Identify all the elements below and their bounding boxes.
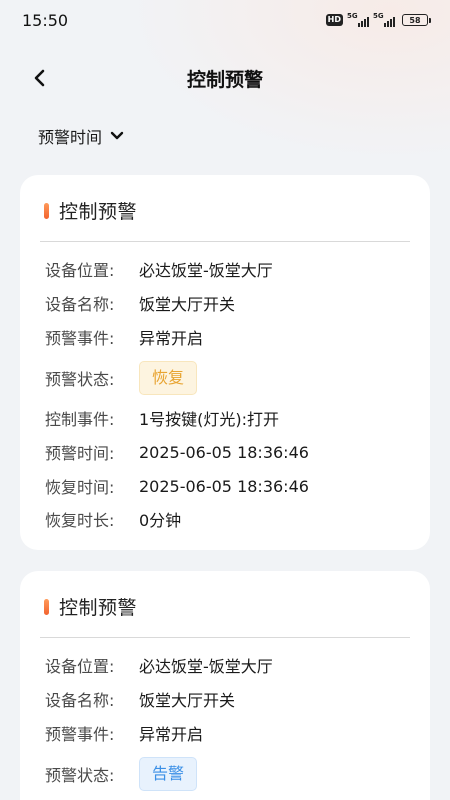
field-value: 异常开启 (139, 725, 204, 744)
field-value: 必达饭堂-饭堂大厅 (139, 657, 273, 676)
card-title: 控制预警 (59, 597, 138, 619)
filter-label: 预警时间 (38, 128, 103, 147)
status-icons: HD 5G 5G 58 (325, 12, 431, 27)
field-warning-status: 预警状态: 恢复 (45, 361, 198, 395)
card-title: 控制预警 (59, 201, 138, 223)
field-label: 设备名称: (45, 295, 115, 314)
field-label: 预警状态: (45, 370, 115, 389)
network-type-label: 5G (373, 12, 384, 20)
field-label: 恢复时长: (45, 511, 115, 530)
field-value: 异常开启 (139, 329, 204, 348)
field-label: 恢复时间: (45, 478, 115, 497)
hd-icon: HD (325, 14, 343, 26)
field-label: 预警事件: (45, 725, 115, 744)
divider (40, 241, 410, 242)
field-value: 1号按键(灯光):打开 (139, 410, 280, 429)
field-label: 预警时间: (45, 444, 115, 463)
field-value: 2025-06-05 18:36:46 (139, 476, 309, 496)
battery-level: 58 (409, 15, 421, 25)
field-warning-event: 预警事件: 异常开启 (45, 721, 203, 745)
chevron-down-icon (110, 131, 124, 140)
nav-bar: 控制预警 (0, 56, 450, 100)
field-label: 设备位置: (45, 261, 115, 280)
field-label: 控制事件: (45, 410, 115, 429)
warning-card[interactable]: 控制预警 设备位置: 必达饭堂-饭堂大厅 设备名称: 饭堂大厅开关 预警事件: … (20, 571, 430, 800)
field-device-name: 设备名称: 饭堂大厅开关 (45, 687, 235, 711)
network-type-label: 5G (347, 12, 358, 20)
field-label: 设备位置: (45, 657, 115, 676)
field-warning-event: 预警事件: 异常开启 (45, 325, 203, 349)
status-badge: 告警 (139, 757, 198, 791)
chevron-left-icon (34, 69, 45, 87)
field-device-location: 设备位置: 必达饭堂-饭堂大厅 (45, 257, 273, 281)
card-header: 控制预警 (44, 593, 410, 620)
page-title: 控制预警 (186, 68, 263, 91)
card-header: 控制预警 (44, 197, 410, 224)
back-button[interactable] (28, 66, 52, 90)
status-time: 15:50 (22, 10, 69, 30)
field-value: 饭堂大厅开关 (139, 691, 236, 710)
field-warning-status: 预警状态: 告警 (45, 757, 198, 791)
field-label: 预警状态: (45, 766, 115, 785)
signal-icon: 5G (373, 12, 395, 27)
field-recover-duration: 恢复时长: 0分钟 (45, 507, 181, 531)
field-label: 预警事件: (45, 329, 115, 348)
field-control-event: 控制事件: 1号按键(灯光):打开 (45, 406, 279, 430)
status-bar: 15:50 HD 5G 5G 58 (0, 0, 450, 40)
field-value: 2025-06-05 18:36:46 (139, 442, 309, 462)
field-warning-time: 预警时间: 2025-06-05 18:36:46 (45, 440, 309, 464)
field-value: 必达饭堂-饭堂大厅 (139, 261, 273, 280)
divider (40, 637, 410, 638)
field-label: 设备名称: (45, 691, 115, 710)
battery-icon: 58 (402, 14, 431, 26)
field-value: 饭堂大厅开关 (139, 295, 236, 314)
card-marker-icon (44, 598, 49, 615)
warning-card[interactable]: 控制预警 设备位置: 必达饭堂-饭堂大厅 设备名称: 饭堂大厅开关 预警事件: … (20, 175, 430, 550)
field-device-name: 设备名称: 饭堂大厅开关 (45, 291, 235, 315)
warning-time-filter[interactable]: 预警时间 (38, 122, 124, 150)
field-recover-time: 恢复时间: 2025-06-05 18:36:46 (45, 474, 309, 498)
field-device-location: 设备位置: 必达饭堂-饭堂大厅 (45, 653, 273, 677)
signal-icon: 5G (347, 12, 369, 27)
card-marker-icon (44, 202, 49, 219)
status-badge: 恢复 (139, 361, 198, 395)
field-value: 0分钟 (139, 511, 182, 530)
